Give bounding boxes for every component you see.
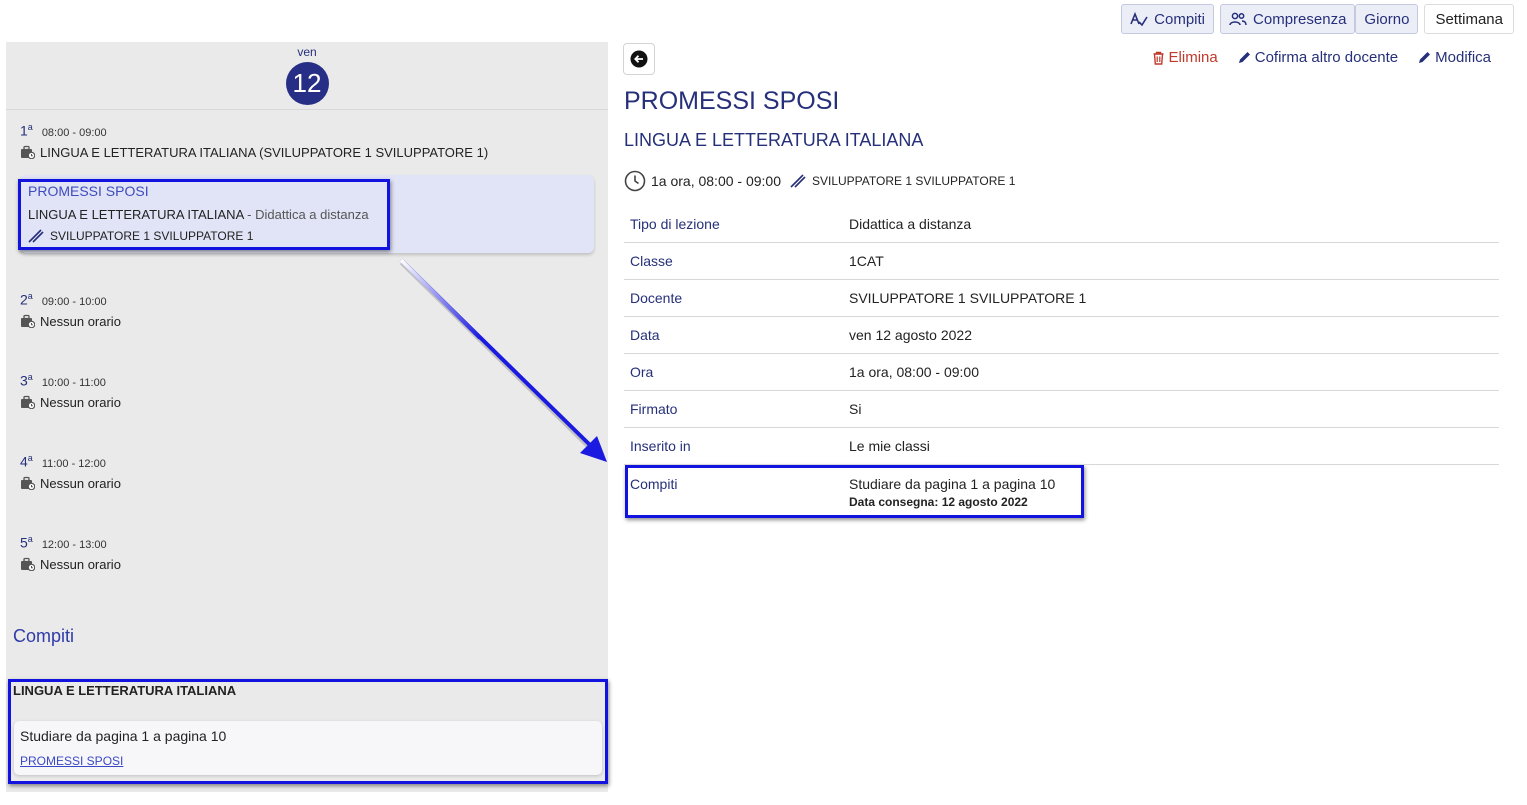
- people-icon: [1229, 12, 1247, 26]
- homework-check-icon: [1130, 11, 1148, 27]
- detail-actions: Elimina Cofirma altro docente Modifica: [1152, 49, 1491, 66]
- detail-value: 1CAT: [849, 253, 884, 269]
- lesson-card[interactable]: PROMESSI SPOSI LINGUA E LETTERATURA ITAL…: [20, 175, 594, 253]
- pencil-icon: [1419, 52, 1431, 63]
- arrow-left-circle-icon: [630, 50, 648, 68]
- slot-number: 3: [20, 372, 28, 389]
- slot-text: Nessun orario: [40, 556, 121, 572]
- day-panel: ven 12 1a 08:00 - 09:00 LINGUA E LETTERA…: [6, 42, 608, 792]
- homework-card: Studiare da pagina 1 a pagina 10 PROMESS…: [14, 721, 602, 775]
- detail-subject: LINGUA E LETTERATURA ITALIANA: [624, 130, 924, 150]
- slot-text: LINGUA E LETTERATURA ITALIANA (SVILUPPAT…: [40, 144, 489, 160]
- time-slot: 5a 12:00 - 13:00 Nessun orario: [20, 534, 121, 572]
- homework-subject: LINGUA E LETTERATURA ITALIANA: [13, 683, 237, 698]
- detail-value: SVILUPPATORE 1 SVILUPPATORE 1: [849, 290, 1087, 306]
- detail-label: Inserito in: [630, 438, 691, 454]
- compiti-button[interactable]: Compiti: [1121, 4, 1215, 34]
- lesson-teacher: SVILUPPATORE 1 SVILUPPATORE 1: [50, 229, 254, 243]
- homework-due-date: Data consegna: 12 agosto 2022: [849, 495, 1028, 509]
- slot-text: Nessun orario: [40, 475, 121, 491]
- lesson-subject: LINGUA E LETTERATURA ITALIANA: [28, 207, 244, 222]
- slot-time: 10:00 - 11:00: [41, 376, 106, 389]
- clock-icon: [624, 170, 646, 192]
- briefcase-clock-icon: [21, 477, 35, 491]
- detail-label: Compiti: [630, 476, 678, 492]
- signature-pen-icon: [790, 174, 806, 188]
- detail-meta-time: 1a ora, 08:00 - 09:00: [651, 173, 781, 189]
- detail-row-homework: Compiti Studiare da pagina 1 a pagina 10…: [624, 465, 1499, 515]
- detail-value: 1a ora, 08:00 - 09:00: [849, 364, 979, 380]
- detail-row: Data ven 12 agosto 2022: [624, 317, 1499, 354]
- detail-value: Si: [849, 401, 862, 417]
- detail-label: Data: [630, 327, 660, 343]
- back-button[interactable]: [623, 43, 655, 75]
- edit-button[interactable]: Modifica: [1418, 49, 1491, 66]
- detail-label: Classe: [630, 253, 673, 269]
- slot-time: 12:00 - 13:00: [41, 538, 107, 551]
- detail-label: Tipo di lezione: [630, 216, 720, 232]
- trash-icon: [1153, 51, 1164, 65]
- day-number[interactable]: 12: [285, 62, 329, 105]
- slot-text: Nessun orario: [40, 313, 121, 329]
- settimana-button[interactable]: Settimana: [1424, 4, 1514, 34]
- detail-meta-teacher: SVILUPPATORE 1 SVILUPPATORE 1: [812, 174, 1016, 188]
- slot-number: 4: [20, 453, 28, 470]
- homework-heading: Compiti: [13, 626, 75, 646]
- time-slot: 2a 09:00 - 10:00 Nessun orario: [20, 291, 121, 329]
- time-slot: 3a 10:00 - 11:00 Nessun orario: [20, 372, 121, 410]
- briefcase-clock-icon: [21, 315, 35, 329]
- detail-row: Inserito in Le mie classi: [624, 428, 1499, 465]
- detail-label: Firmato: [630, 401, 678, 417]
- detail-row: Classe 1CAT: [624, 243, 1499, 280]
- detail-title: PROMESSI SPOSI: [624, 87, 840, 115]
- pencil-icon: [1238, 52, 1250, 63]
- briefcase-clock-icon: [21, 396, 35, 410]
- lesson-type: - Didattica a distanza: [247, 207, 369, 222]
- slot-time: 08:00 - 09:00: [41, 126, 107, 139]
- slot-number: 5: [20, 534, 28, 551]
- slot-time: 11:00 - 12:00: [41, 457, 106, 470]
- detail-row: Firmato Si: [624, 391, 1499, 428]
- homework-lesson-link[interactable]: PROMESSI SPOSI: [20, 754, 123, 768]
- briefcase-clock-icon: [21, 146, 35, 160]
- detail-value: Studiare da pagina 1 a pagina 10: [849, 476, 1056, 492]
- lesson-title: PROMESSI SPOSI: [28, 183, 149, 199]
- slot-number: 1: [20, 122, 28, 139]
- detail-row: Docente SVILUPPATORE 1 SVILUPPATORE 1: [624, 280, 1499, 317]
- detail-value: Didattica a distanza: [849, 216, 972, 232]
- time-slot: 4a 11:00 - 12:00 Nessun orario: [20, 453, 121, 491]
- homework-text: Studiare da pagina 1 a pagina 10: [20, 728, 227, 744]
- time-slot: 1a 08:00 - 09:00 LINGUA E LETTERATURA IT…: [20, 122, 489, 160]
- day-header: ven 12: [6, 42, 608, 110]
- signature-pen-icon: [28, 229, 44, 243]
- compresenza-button[interactable]: Compresenza: [1220, 4, 1356, 34]
- detail-value: ven 12 agosto 2022: [849, 327, 972, 343]
- detail-meta: 1a ora, 08:00 - 09:00 SVILUPPATORE 1 SVI…: [624, 170, 1015, 192]
- slot-number: 2: [20, 291, 28, 308]
- detail-row: Ora 1a ora, 08:00 - 09:00: [624, 354, 1499, 391]
- view-toolbar: Compiti Compresenza Giorno Settimana: [1115, 4, 1514, 34]
- weekday-label: ven: [297, 45, 317, 59]
- delete-button[interactable]: Elimina: [1152, 49, 1218, 66]
- detail-value: Le mie classi: [849, 438, 930, 454]
- briefcase-clock-icon: [21, 558, 35, 572]
- detail-row: Tipo di lezione Didattica a distanza: [624, 206, 1499, 243]
- giorno-button[interactable]: Giorno: [1355, 4, 1419, 34]
- confirm-other-teacher-button[interactable]: Cofirma altro docente: [1238, 49, 1398, 66]
- detail-label: Ora: [630, 364, 654, 380]
- detail-label: Docente: [630, 290, 683, 306]
- slot-text: Nessun orario: [40, 394, 121, 410]
- lesson-details-table: Tipo di lezione Didattica a distanza Cla…: [624, 206, 1499, 515]
- slot-time: 09:00 - 10:00: [41, 295, 107, 308]
